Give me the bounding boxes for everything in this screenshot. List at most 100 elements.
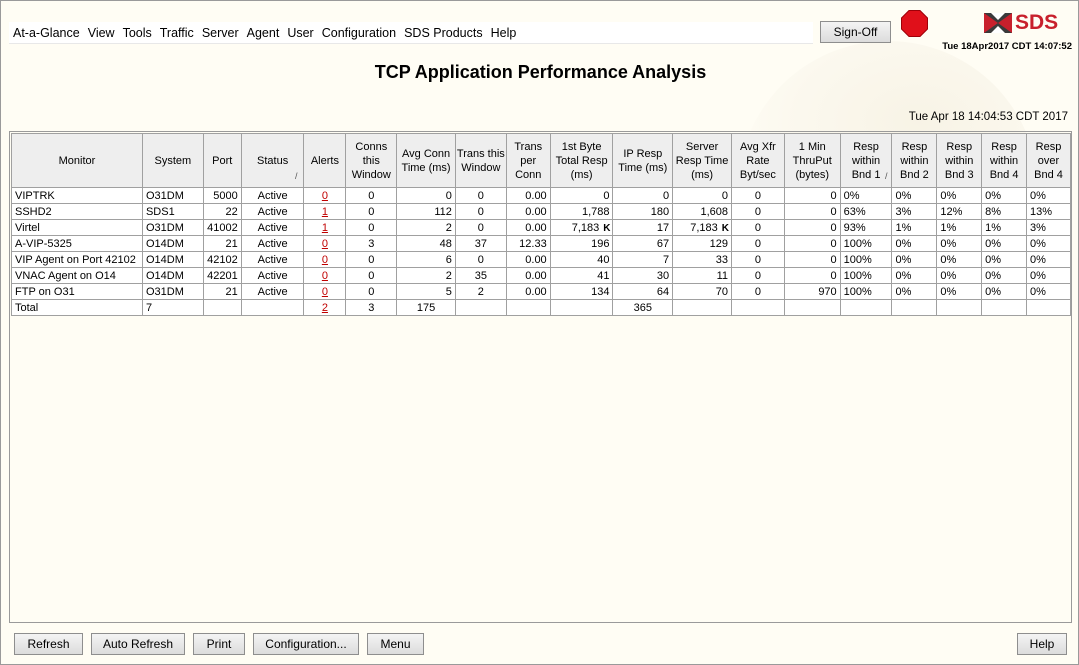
total-alerts-link[interactable]: 2 xyxy=(322,302,328,314)
server-resp-cell: 7,183 K xyxy=(672,219,732,236)
table-row: VNAC Agent on O14 O14DM 42201 Active 0 0 2 35 0.… xyxy=(11,267,1071,284)
conns-cell: 0 xyxy=(345,219,398,236)
trans-cell: 0 xyxy=(454,219,507,236)
bnd2-cell: 0% xyxy=(891,187,938,204)
alerts-link[interactable]: 1 xyxy=(322,206,328,218)
k-flag-marker: K xyxy=(603,222,611,234)
system-cell: SDS1 xyxy=(141,203,204,220)
configuration-button[interactable]: Configuration... xyxy=(253,633,359,655)
refresh-button[interactable]: Refresh xyxy=(14,633,83,655)
sign-off-button[interactable]: Sign-Off xyxy=(820,21,891,43)
bnd4-cell: 8% xyxy=(981,203,1028,220)
server-resp-cell: 0 xyxy=(672,187,732,204)
server-resp-cell: 1,608 xyxy=(672,203,732,220)
alerts-link[interactable]: 0 xyxy=(322,238,328,250)
print-button[interactable]: Print xyxy=(193,633,245,655)
bnd4-cell: 0% xyxy=(981,235,1028,252)
menu-item-user[interactable]: User xyxy=(283,26,317,40)
conns-cell: 0 xyxy=(345,267,398,284)
avg-conn-cell: 0 xyxy=(396,187,456,204)
bnd3-cell: 0% xyxy=(936,283,983,300)
alerts-link[interactable]: 0 xyxy=(322,190,328,202)
thruput-cell: 970 xyxy=(783,283,841,300)
help-button[interactable]: Help xyxy=(1017,633,1067,655)
k-flag-marker: K xyxy=(721,222,729,234)
trans-per-cell: 0.00 xyxy=(505,283,551,300)
col-header-monitor[interactable]: Monitor xyxy=(11,133,143,188)
menu-item-at-a-glance[interactable]: At-a-Glance xyxy=(9,26,84,40)
performance-table-panel: Monitor System Port Status / Alerts Conns… xyxy=(9,131,1072,623)
total-b4 xyxy=(981,299,1028,316)
thruput-cell: 0 xyxy=(783,235,841,252)
first-byte-cell: 134 xyxy=(549,283,614,300)
avg-conn-cell: 2 xyxy=(396,267,456,284)
col-header-ip-resp[interactable]: IP Resp Time (ms) xyxy=(612,133,674,188)
ip-resp-cell: 17 xyxy=(612,219,674,236)
ip-resp-cell: 7 xyxy=(612,251,674,268)
col-header-status[interactable]: Status / xyxy=(240,133,305,188)
alerts-link[interactable]: 0 xyxy=(322,286,328,298)
ip-resp-cell: 64 xyxy=(612,283,674,300)
alerts-link[interactable]: 1 xyxy=(322,222,328,234)
menu-item-agent[interactable]: Agent xyxy=(243,26,284,40)
trans-cell: 2 xyxy=(454,283,507,300)
first-byte-cell-value: 7,183 xyxy=(571,221,600,234)
col-header-thruput[interactable]: 1 Min ThruPut (bytes) xyxy=(783,133,841,188)
xfr-rate-cell: 0 xyxy=(730,267,785,284)
stop-sign-icon[interactable] xyxy=(901,10,928,37)
bnd3-cell: 0% xyxy=(936,187,983,204)
menu-item-configuration[interactable]: Configuration xyxy=(318,26,400,40)
first-byte-cell: 41 xyxy=(549,267,614,284)
total-first-byte xyxy=(549,299,614,316)
total-thruput xyxy=(783,299,841,316)
menu-item-traffic[interactable]: Traffic xyxy=(156,26,198,40)
first-byte-cell-value: 196 xyxy=(591,237,610,250)
col-header-avg-conn-time[interactable]: Avg Conn Time (ms) xyxy=(396,133,456,188)
system-cell: O14DM xyxy=(141,235,204,252)
bnd2-cell: 0% xyxy=(891,251,938,268)
alerts-cell: 0 xyxy=(303,251,347,268)
system-cell: O31DM xyxy=(141,219,204,236)
sds-logo-icon xyxy=(984,13,1012,33)
thruput-cell: 0 xyxy=(783,203,841,220)
bnd3-cell: 0% xyxy=(936,267,983,284)
col-header-xfr-rate[interactable]: Avg Xfr Rate Byt/sec xyxy=(730,133,785,188)
first-byte-cell-value: 0 xyxy=(603,189,610,202)
server-resp-cell-value: 7,183 xyxy=(690,221,718,234)
menu-item-help[interactable]: Help xyxy=(487,26,521,40)
menu-item-tools[interactable]: Tools xyxy=(119,26,156,40)
menu-item-view[interactable]: View xyxy=(84,26,119,40)
col-header-server-resp[interactable]: Server Resp Time (ms) xyxy=(672,133,732,188)
trans-per-cell: 0.00 xyxy=(505,203,551,220)
col-header-conns[interactable]: Conns this Window xyxy=(345,133,398,188)
table-total-row: Total 7 2 3 175 365 xyxy=(11,299,1071,316)
menu-item-sds-products[interactable]: SDS Products xyxy=(400,26,487,40)
col-header-alerts[interactable]: Alerts xyxy=(303,133,347,188)
col-header-port[interactable]: Port xyxy=(202,133,242,188)
col-header-first-byte[interactable]: 1st Byte Total Resp (ms) xyxy=(549,133,614,188)
status-cell: Active xyxy=(240,235,305,252)
col-header-bnd4[interactable]: Resp within Bnd 4 xyxy=(981,133,1028,188)
xfr-rate-cell: 0 xyxy=(730,283,785,300)
auto-refresh-button[interactable]: Auto Refresh xyxy=(91,633,185,655)
col-header-over-bnd4[interactable]: Resp over Bnd 4 xyxy=(1026,133,1071,188)
col-header-system[interactable]: System xyxy=(141,133,204,188)
alerts-link[interactable]: 0 xyxy=(322,254,328,266)
performance-table: Monitor System Port Status / Alerts Conns… xyxy=(11,133,1071,316)
col-header-trans-per-conn[interactable]: Trans per Conn xyxy=(505,133,551,188)
total-xfr xyxy=(730,299,785,316)
col-header-trans[interactable]: Trans this Window xyxy=(454,133,507,188)
port-cell: 41002 xyxy=(202,219,242,236)
xfr-rate-cell: 0 xyxy=(730,203,785,220)
total-status xyxy=(240,299,305,316)
col-header-bnd2[interactable]: Resp within Bnd 2 xyxy=(891,133,938,188)
col-header-bnd1-label: Resp within Bnd 1 xyxy=(851,140,881,181)
alerts-cell: 0 xyxy=(303,283,347,300)
alerts-link[interactable]: 0 xyxy=(322,270,328,282)
logo-text: SDS xyxy=(1015,11,1059,34)
sds-logo: SDS xyxy=(983,10,1067,36)
menu-button[interactable]: Menu xyxy=(367,633,424,655)
menu-item-server[interactable]: Server xyxy=(198,26,243,40)
col-header-bnd3[interactable]: Resp within Bnd 3 xyxy=(936,133,983,188)
col-header-bnd1[interactable]: Resp within Bnd 1/ xyxy=(839,133,893,188)
